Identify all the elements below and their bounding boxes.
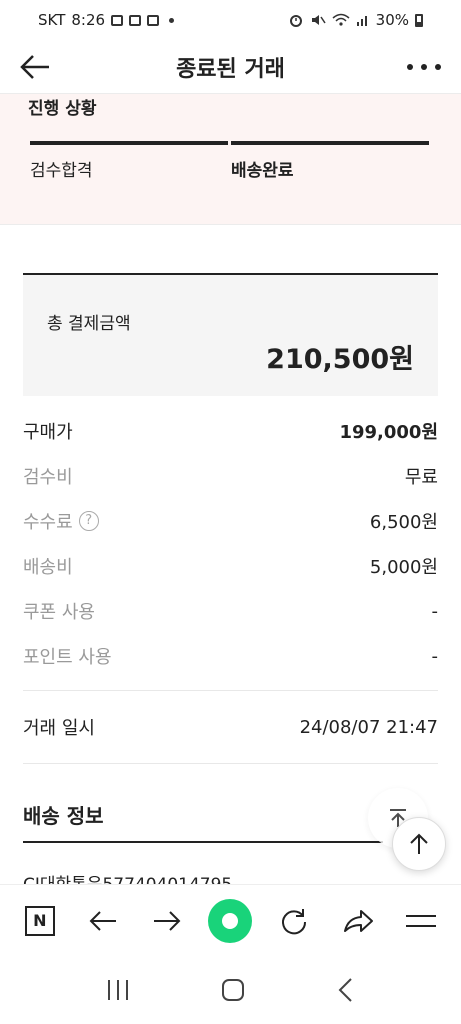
menu-icon xyxy=(406,914,437,927)
tracking-number-partial: CJ대한통운577404014795 xyxy=(23,872,232,884)
alarm-icon xyxy=(289,15,302,27)
battery-percent: 30% xyxy=(375,11,409,29)
android-nav-bar xyxy=(0,956,461,1024)
naver-button[interactable]: N xyxy=(18,899,62,943)
more-dot xyxy=(435,64,441,70)
back-icon[interactable] xyxy=(334,976,358,1004)
total-payment-box: 총 결제금액 210,500원 xyxy=(23,273,438,396)
progress-title: 진행 상황 xyxy=(28,99,97,119)
progress-section: 진행 상황 검수합격 배송완료 xyxy=(0,94,461,224)
mute-icon xyxy=(311,15,326,25)
green-home-icon xyxy=(208,898,253,943)
row-value: 6,500원 xyxy=(369,512,438,533)
row-commission: 수수료 ? 6,500원 xyxy=(23,508,438,534)
refresh-icon xyxy=(282,908,307,934)
row-label: 배송비 xyxy=(23,557,73,578)
row-points: 포인트 사용 - xyxy=(23,643,438,669)
battery-icon xyxy=(415,13,423,27)
browser-back-button[interactable] xyxy=(81,899,125,943)
row-value: 24/08/07 21:47 xyxy=(299,716,438,738)
delivery-section-title: 배송 정보 xyxy=(23,804,104,828)
row-label: 쿠폰 사용 xyxy=(23,602,95,623)
total-payment-value: 210,500원 xyxy=(266,344,414,375)
app-header: 종료된 거래 xyxy=(0,40,461,94)
recent-apps-icon[interactable] xyxy=(104,978,132,1002)
edit-notification-icon xyxy=(129,14,142,26)
scroll-up-button[interactable] xyxy=(392,817,446,871)
row-coupon: 쿠폰 사용 - xyxy=(23,598,438,624)
page-title: 종료된 거래 xyxy=(176,56,285,82)
arrow-left-icon xyxy=(20,55,49,79)
more-dot xyxy=(407,64,413,70)
refresh-button[interactable] xyxy=(272,899,316,943)
arrow-left-icon xyxy=(89,910,117,931)
back-button[interactable] xyxy=(18,50,52,84)
browser-toolbar: N xyxy=(0,884,461,956)
more-dot xyxy=(421,64,427,70)
row-value: - xyxy=(431,600,439,622)
divider xyxy=(23,763,438,764)
row-shipping-fee: 배송비 5,000원 xyxy=(23,553,438,579)
section-divider xyxy=(0,224,461,225)
row-value: 199,000원 xyxy=(339,422,438,443)
row-label: 거래 일시 xyxy=(23,718,95,739)
share-icon xyxy=(343,909,373,932)
clock: 8:26 xyxy=(71,11,106,29)
row-value: 5,000원 xyxy=(369,557,438,578)
status-bar: SKT 8:26 30% xyxy=(0,0,461,40)
progress-step-inspection: 검수합격 xyxy=(30,161,93,181)
status-left: SKT 8:26 xyxy=(38,11,175,29)
menu-button[interactable] xyxy=(399,899,443,943)
row-label: 구매가 xyxy=(23,422,73,443)
progress-step-delivered: 배송완료 xyxy=(231,161,294,181)
row-value: 무료 xyxy=(404,467,438,488)
row-label: 검수비 xyxy=(23,467,73,488)
gallery-notification-icon xyxy=(111,14,124,26)
more-button[interactable] xyxy=(407,52,441,82)
carrier-label: SKT xyxy=(38,11,66,29)
divider xyxy=(23,690,438,691)
arrow-up-icon xyxy=(410,833,428,854)
row-inspection-fee: 검수비 무료 xyxy=(23,463,438,489)
youtube-notification-icon xyxy=(147,14,160,26)
row-trade-date: 거래 일시 24/08/07 21:47 xyxy=(23,714,438,740)
row-label-wrap: 수수료 ? xyxy=(23,508,99,534)
home-icon[interactable] xyxy=(219,976,247,1004)
delivery-title-underline xyxy=(23,841,383,843)
row-label: 수수료 xyxy=(23,512,73,533)
naver-n-icon: N xyxy=(24,905,55,936)
browser-home-button[interactable] xyxy=(208,898,253,943)
arrow-right-icon xyxy=(153,910,181,931)
wifi-icon xyxy=(332,13,350,26)
progress-bar-step-1 xyxy=(30,141,228,145)
question-circle-icon[interactable]: ? xyxy=(78,511,99,531)
signal-icon xyxy=(356,16,367,26)
share-button[interactable] xyxy=(336,899,380,943)
row-purchase-price: 구매가 199,000원 xyxy=(23,418,438,444)
status-right: 30% xyxy=(288,11,423,29)
row-label: 포인트 사용 xyxy=(23,647,112,668)
progress-bar-step-2 xyxy=(231,141,429,145)
more-notifications-dot-icon xyxy=(169,17,175,23)
browser-forward-button[interactable] xyxy=(145,899,189,943)
total-payment-label: 총 결제금액 xyxy=(47,314,131,334)
row-value: - xyxy=(431,645,439,667)
